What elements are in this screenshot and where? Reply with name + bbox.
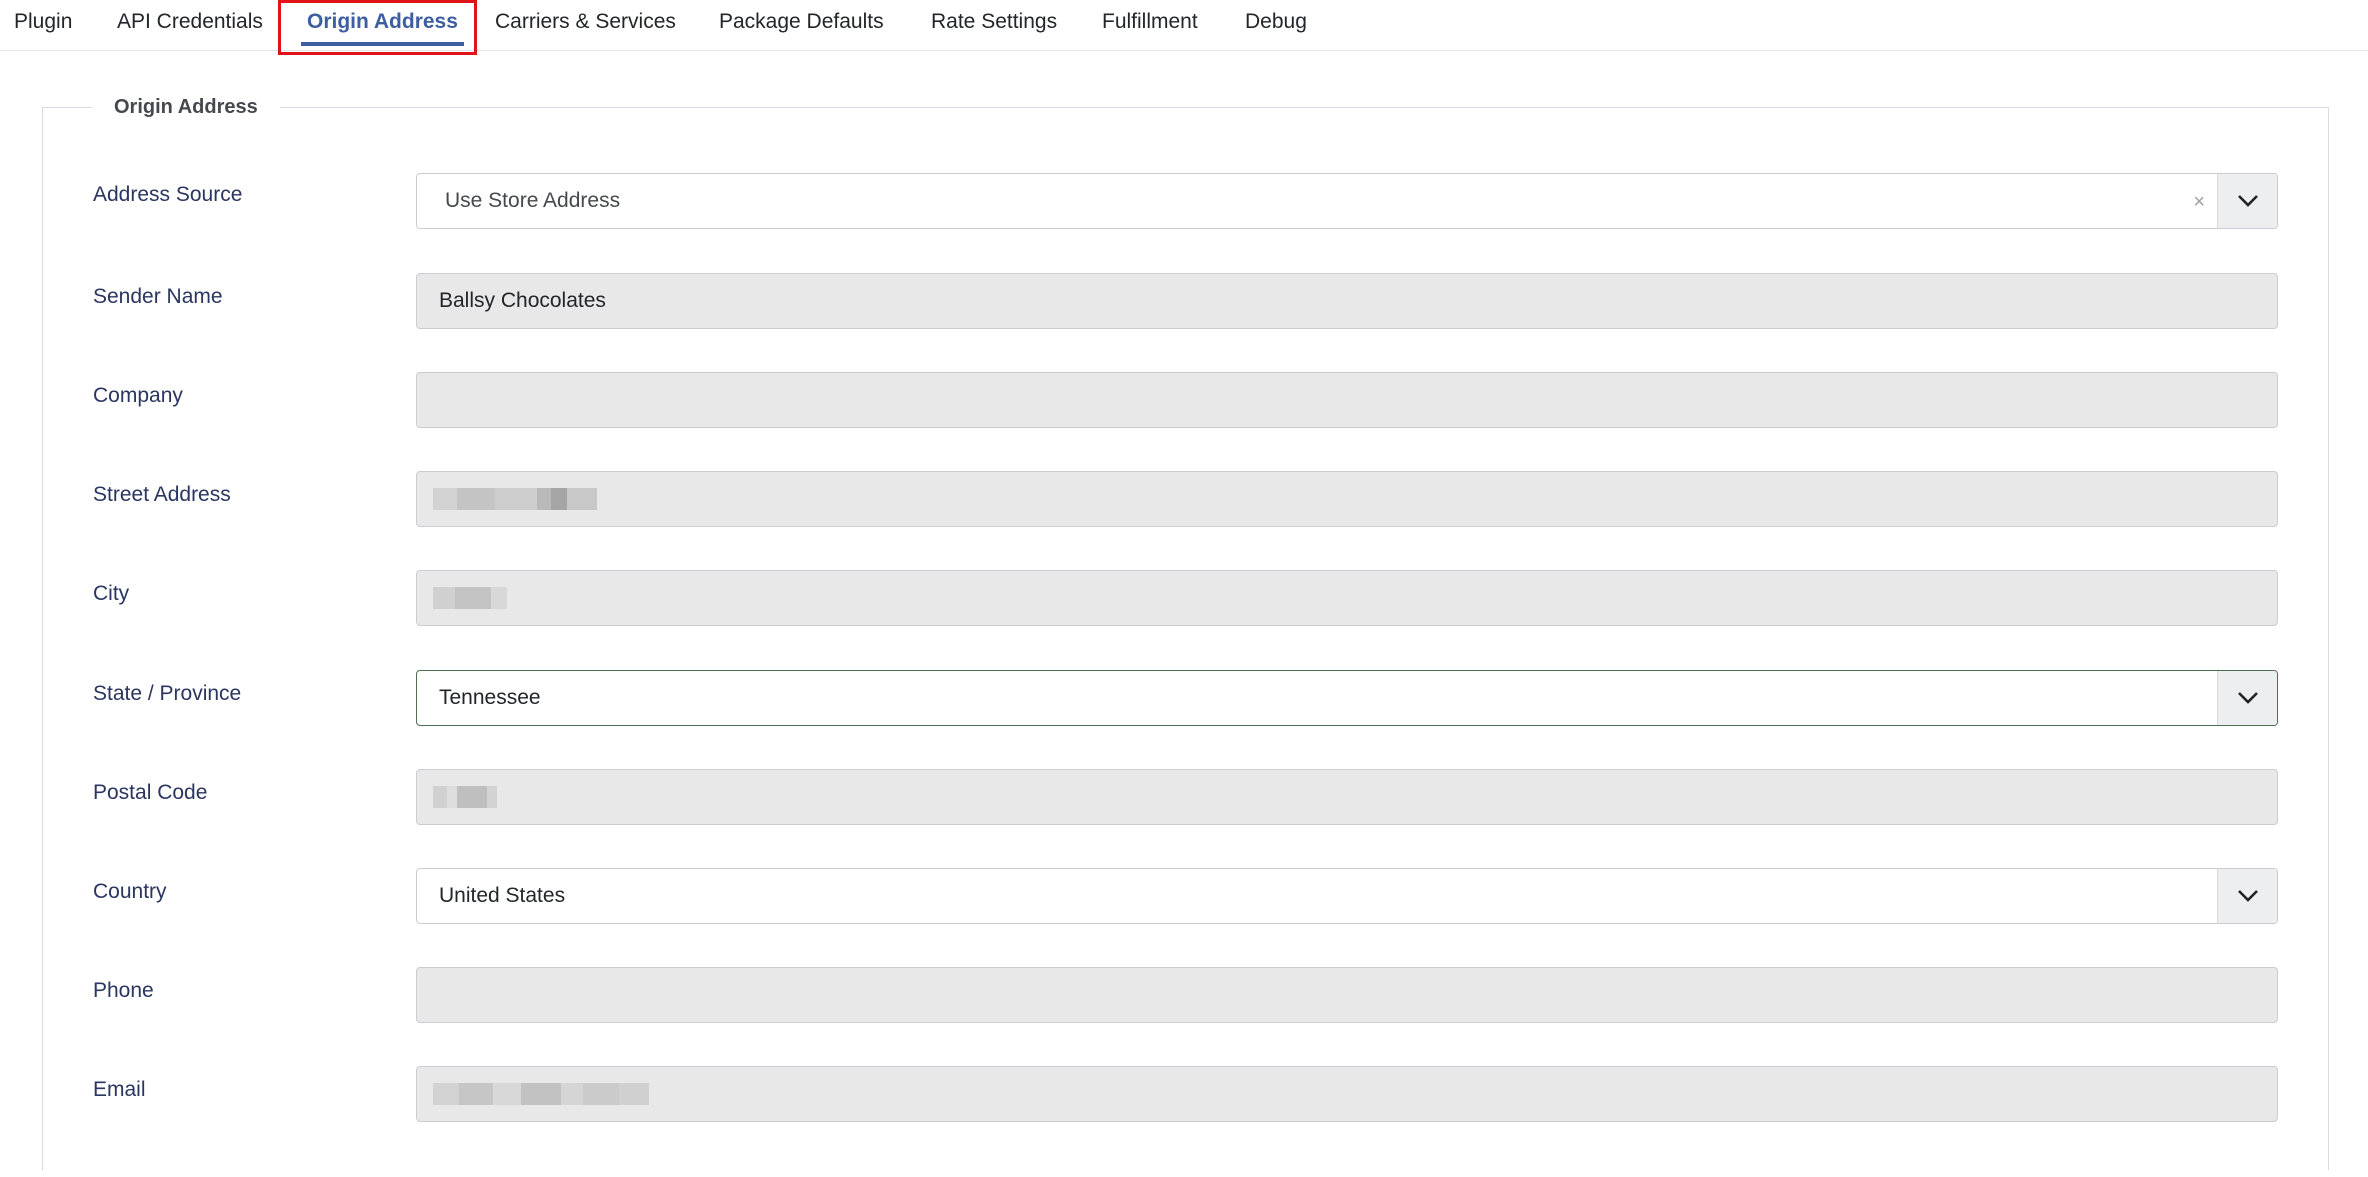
city-field[interactable]: [416, 570, 2278, 626]
chevron-down-icon: [2237, 195, 2258, 207]
redacted-text: [433, 585, 507, 611]
address-source-label: Address Source: [93, 183, 243, 206]
tab-api-credentials[interactable]: API Credentials: [103, 0, 277, 44]
active-tab-indicator: [301, 42, 464, 46]
tab-plugin[interactable]: Plugin: [0, 0, 86, 44]
settings-tab-bar: Plugin API Credentials Origin Address Ca…: [0, 0, 2368, 51]
tab-label: Fulfillment: [1102, 10, 1198, 33]
company-field[interactable]: [416, 372, 2278, 428]
city-label: City: [93, 582, 130, 605]
street-address-label: Street Address: [93, 483, 231, 506]
country-dropdown-toggle[interactable]: [2217, 869, 2277, 923]
redacted-text: [433, 486, 597, 512]
chevron-down-icon: [2237, 692, 2258, 704]
postal-code-field[interactable]: [416, 769, 2278, 825]
tab-rate-settings[interactable]: Rate Settings: [917, 0, 1071, 44]
sender-name-value: Ballsy Chocolates: [439, 289, 606, 312]
tab-label: Debug: [1245, 10, 1307, 33]
state-province-value: Tennessee: [439, 686, 541, 709]
tab-label: Package Defaults: [719, 10, 884, 33]
street-address-field[interactable]: [416, 471, 2278, 527]
phone-label: Phone: [93, 979, 154, 1002]
redacted-text: [433, 784, 497, 810]
email-field[interactable]: [416, 1066, 2278, 1122]
tab-origin-address[interactable]: Origin Address: [293, 0, 472, 46]
company-label: Company: [93, 384, 183, 407]
state-province-label: State / Province: [93, 682, 242, 705]
tab-fulfillment[interactable]: Fulfillment: [1088, 0, 1212, 44]
state-dropdown-toggle[interactable]: [2217, 671, 2277, 725]
state-province-select[interactable]: Tennessee: [416, 670, 2278, 726]
tab-label: API Credentials: [117, 10, 263, 33]
address-source-dropdown-toggle[interactable]: [2217, 174, 2277, 228]
tab-debug[interactable]: Debug: [1231, 0, 1321, 44]
fieldset-legend: Origin Address: [92, 92, 280, 122]
sender-name-label: Sender Name: [93, 285, 223, 308]
tab-carriers-services[interactable]: Carriers & Services: [481, 0, 690, 44]
tab-package-defaults[interactable]: Package Defaults: [705, 0, 898, 44]
tab-label: Origin Address: [307, 10, 458, 33]
country-value: United States: [439, 884, 566, 907]
address-source-select[interactable]: Use Store Address ×: [416, 173, 2278, 229]
country-label: Country: [93, 880, 167, 903]
country-select[interactable]: United States: [416, 868, 2278, 924]
clear-selection-icon[interactable]: ×: [2193, 174, 2205, 228]
phone-field[interactable]: [416, 967, 2278, 1023]
tab-label: Rate Settings: [931, 10, 1058, 33]
tab-label: Plugin: [14, 10, 73, 33]
email-label: Email: [93, 1078, 146, 1101]
tab-label: Carriers & Services: [495, 10, 676, 33]
redacted-text: [433, 1081, 649, 1107]
address-source-value: Use Store Address: [445, 189, 621, 212]
chevron-down-icon: [2237, 890, 2258, 902]
sender-name-field[interactable]: Ballsy Chocolates: [416, 273, 2278, 329]
postal-code-label: Postal Code: [93, 781, 208, 804]
